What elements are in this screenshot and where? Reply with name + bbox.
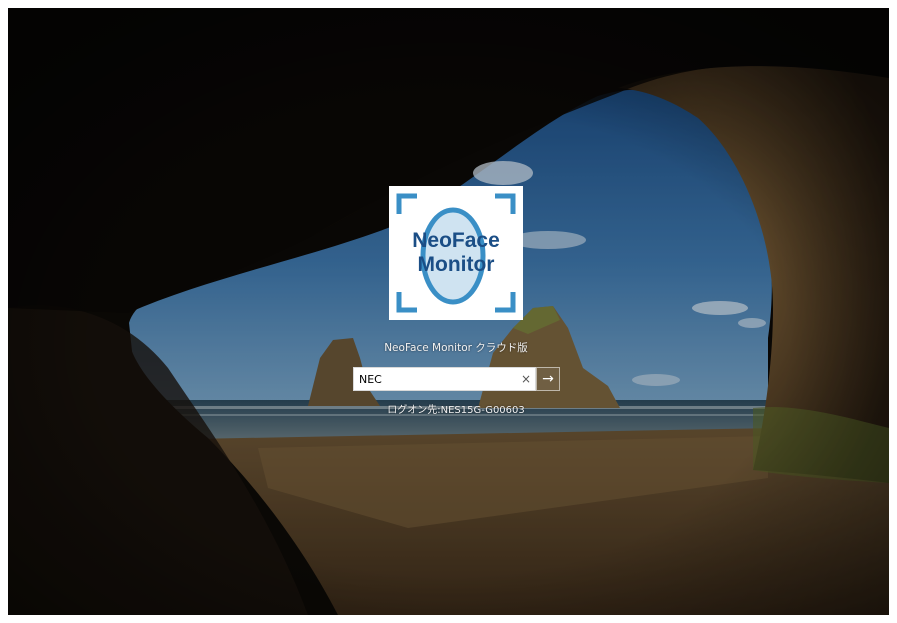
logo-text-line1: NeoFace [412,229,500,252]
arrow-right-icon: → [542,371,554,387]
clear-icon[interactable]: × [517,370,535,388]
logon-target-text: ログオン先:NES15G-G00603 [387,405,525,416]
submit-arrow-button[interactable]: → [536,367,560,391]
user-tile-logo: NeoFace Monitor [389,186,523,320]
password-row: × → [353,367,560,391]
password-input[interactable] [359,370,509,388]
password-box[interactable]: × [353,367,536,391]
logo-text-line2: Monitor [417,253,495,276]
logon-panel: NeoFace Monitor NeoFace Monitor クラウド版 × … [8,8,889,615]
account-name: NeoFace Monitor クラウド版 [384,342,528,354]
lock-screen: NeoFace Monitor NeoFace Monitor クラウド版 × … [8,8,889,615]
